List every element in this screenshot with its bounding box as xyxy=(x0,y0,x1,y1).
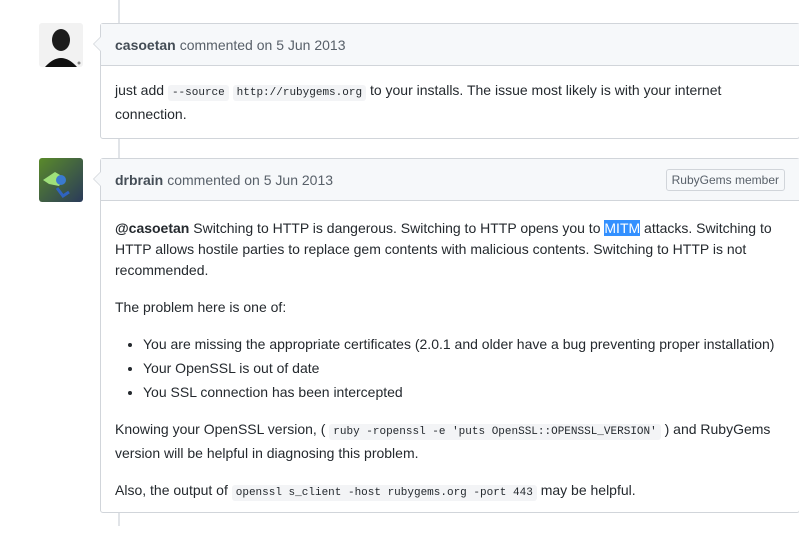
inline-code-link: http://rubygems.org xyxy=(232,85,367,101)
inline-code: --source xyxy=(167,85,229,101)
text: Switching to HTTP is dangerous. Switchin… xyxy=(189,220,605,236)
comment-box: casoetan commented on 5 Jun 2013 just ad… xyxy=(93,23,799,139)
list-item: Your OpenSSL is out of date xyxy=(143,358,785,379)
reasons-list: You are missing the appropriate certific… xyxy=(115,334,785,403)
avatar[interactable] xyxy=(39,23,83,67)
comment-paragraph: @casoetan Switching to HTTP is dangerous… xyxy=(115,218,785,281)
list-item: You SSL connection has been intercepted xyxy=(143,382,785,403)
list-item: You are missing the appropriate certific… xyxy=(143,334,785,355)
comment-paragraph: Also, the output of openssl s_client -ho… xyxy=(115,480,785,504)
comment-box: drbrain commented on 5 Jun 2013 RubyGems… xyxy=(93,158,799,513)
comment-body: just add --source http://rubygems.org to… xyxy=(101,66,799,155)
selected-text[interactable]: MITM xyxy=(604,220,641,236)
comment-paragraph: The problem here is one of: xyxy=(115,299,287,315)
text: Also, the output of xyxy=(115,482,232,498)
text: may be helpful. xyxy=(536,482,636,498)
comment-timestamp[interactable]: commented on 5 Jun 2013 xyxy=(167,172,333,188)
comment-author[interactable]: casoetan xyxy=(115,37,176,53)
inline-code: openssl s_client -host rubygems.org -por… xyxy=(231,485,537,501)
comment-paragraph: just add --source http://rubygems.org to… xyxy=(115,80,785,125)
inline-code: ruby -ropenssl -e 'puts OpenSSL::OPENSSL… xyxy=(329,424,661,440)
avatar-casoetan-image xyxy=(39,23,83,67)
text: Knowing your OpenSSL version, ( xyxy=(115,421,326,437)
avatar-drbrain-image xyxy=(39,158,83,202)
comment-timestamp[interactable]: commented on 5 Jun 2013 xyxy=(180,37,346,53)
comment-header: casoetan commented on 5 Jun 2013 xyxy=(101,24,799,66)
comment-paragraph: Knowing your OpenSSL version, ( ruby -ro… xyxy=(115,419,785,464)
avatar[interactable] xyxy=(39,158,83,202)
text: just add xyxy=(115,82,168,98)
member-badge: RubyGems member xyxy=(665,168,785,191)
user-mention[interactable]: @casoetan xyxy=(115,220,189,236)
comment-author[interactable]: drbrain xyxy=(115,172,163,188)
comment-header: drbrain commented on 5 Jun 2013 RubyGems… xyxy=(101,159,799,201)
comment-body: @casoetan Switching to HTTP is dangerous… xyxy=(101,201,799,534)
